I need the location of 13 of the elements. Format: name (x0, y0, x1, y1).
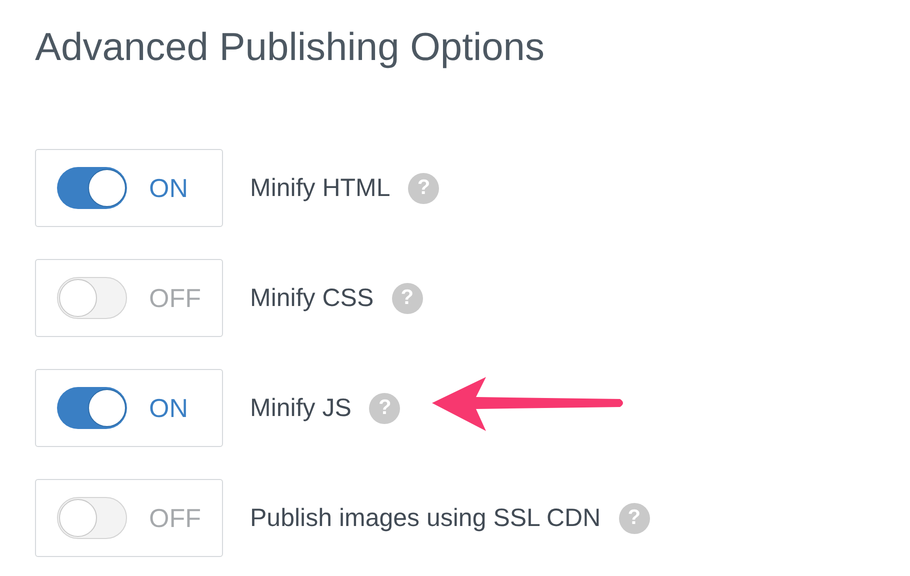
help-icon[interactable]: ? (392, 282, 423, 314)
page-title: Advanced Publishing Options (35, 25, 546, 71)
option-label: Minify HTML (250, 174, 390, 202)
toggle-switch[interactable]: OFF (35, 479, 223, 557)
option-label: Publish images using SSL CDN (250, 504, 601, 532)
option-label: Minify JS (250, 394, 352, 422)
help-icon[interactable]: ? (618, 502, 650, 534)
help-icon[interactable]: ? (408, 172, 440, 204)
option-label: Minify CSS (250, 284, 374, 312)
help-icon[interactable]: ? (369, 392, 400, 424)
toggle-switch[interactable]: ON (35, 369, 223, 447)
toggle-switch[interactable]: ON (35, 149, 223, 227)
toggle-switch[interactable]: OFF (35, 259, 223, 337)
